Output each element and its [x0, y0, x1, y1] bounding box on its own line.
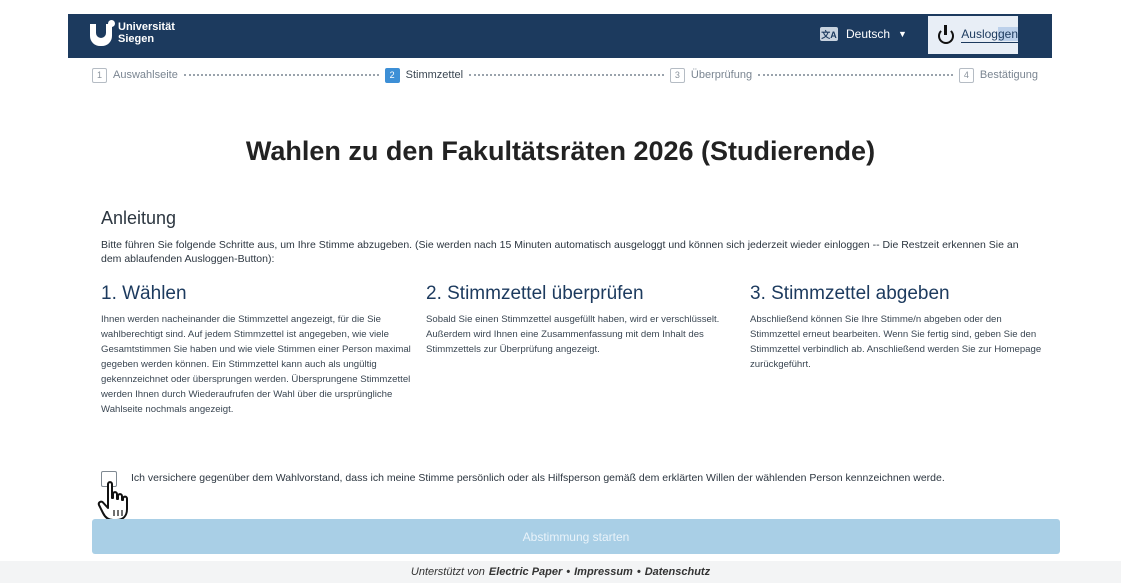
column-text: Abschließend können Sie Ihre Stimme/n ab… — [750, 314, 1042, 370]
footer-separator: • — [636, 566, 641, 578]
column-heading: 3. Stimmzettel abgeben — [750, 283, 950, 304]
step-connector — [469, 74, 664, 76]
step-label: Auswahlseite — [113, 69, 178, 81]
step-number: 3 — [669, 67, 685, 83]
column-heading: 1. Wählen — [101, 283, 187, 304]
step-column-vote: 1. Wählen Ihnen werden nacheinander die … — [101, 283, 411, 417]
top-bar: Universität Siegen 文A Deutsch ▼ Auslogge… — [0, 0, 1121, 58]
step-ueberpruefung: 3 Überprüfung — [669, 67, 753, 83]
step-label: Bestätigung — [979, 69, 1038, 81]
step-number: 1 — [92, 67, 107, 83]
logout-label: Ausloggen — [961, 27, 1018, 43]
page-title: Wahlen zu den Fakultätsräten 2026 (Studi… — [245, 136, 876, 166]
step-stimmzettel: 2 Stimmzettel — [384, 67, 464, 83]
instructions-heading: Anleitung — [101, 208, 177, 228]
footer: Unterstützt von Electric Paper • Impress… — [0, 561, 1121, 583]
logo-line1: Universität — [118, 21, 175, 33]
step-number: 2 — [384, 67, 400, 83]
university-logo-icon — [90, 20, 115, 46]
language-dropdown[interactable]: 文A Deutsch ▼ — [820, 27, 907, 41]
instructions-text: Bitte führen Sie folgende Schritte aus, … — [101, 239, 1019, 265]
chevron-down-icon: ▼ — [898, 29, 907, 39]
language-label: Deutsch — [846, 27, 891, 41]
logout-button[interactable]: Ausloggen — [928, 16, 1018, 54]
column-text: Sobald Sie einen Stimmzettel ausgefüllt … — [426, 314, 720, 355]
start-voting-button[interactable]: Abstimmung starten — [92, 519, 1060, 554]
university-logo[interactable]: Universität Siegen — [90, 20, 175, 46]
step-bestaetigung: 4 Bestätigung — [958, 67, 1038, 83]
step-label: Überprüfung — [690, 69, 753, 81]
footer-datenschutz-link[interactable]: Datenschutz — [645, 566, 710, 578]
consent-label[interactable]: Ich versichere gegenüber dem Wahlvorstan… — [131, 470, 945, 487]
column-text: Ihnen werden nacheinander die Stimmzette… — [101, 314, 411, 415]
translate-icon: 文A — [820, 27, 838, 41]
power-icon — [936, 25, 955, 45]
step-connector — [758, 74, 953, 76]
navbar: Universität Siegen 文A Deutsch ▼ Auslogge… — [68, 14, 1052, 58]
footer-prefix: Unterstützt von — [410, 566, 485, 578]
column-heading: 2. Stimmzettel überprüfen — [426, 283, 644, 304]
hand-pointer-icon — [97, 481, 128, 521]
step-auswahlseite[interactable]: 1 Auswahlseite — [92, 67, 178, 83]
step-label: Stimmzettel — [405, 69, 464, 81]
step-column-review: 2. Stimmzettel überprüfen Sobald Sie ein… — [426, 283, 736, 357]
consent-row: Ich versichere gegenüber dem Wahlvorstan… — [101, 470, 1031, 487]
step-connector — [183, 74, 379, 76]
step-number: 4 — [958, 67, 974, 83]
footer-brand-link[interactable]: Electric Paper — [489, 566, 562, 578]
progress-steps: 1 Auswahlseite 2 Stimmzettel 3 Überprüfu… — [92, 67, 1038, 83]
footer-separator: • — [566, 566, 571, 578]
logo-line2: Siegen — [118, 33, 155, 45]
step-column-submit: 3. Stimmzettel abgeben Abschließend könn… — [750, 283, 1050, 372]
footer-impressum-link[interactable]: Impressum — [574, 566, 633, 578]
